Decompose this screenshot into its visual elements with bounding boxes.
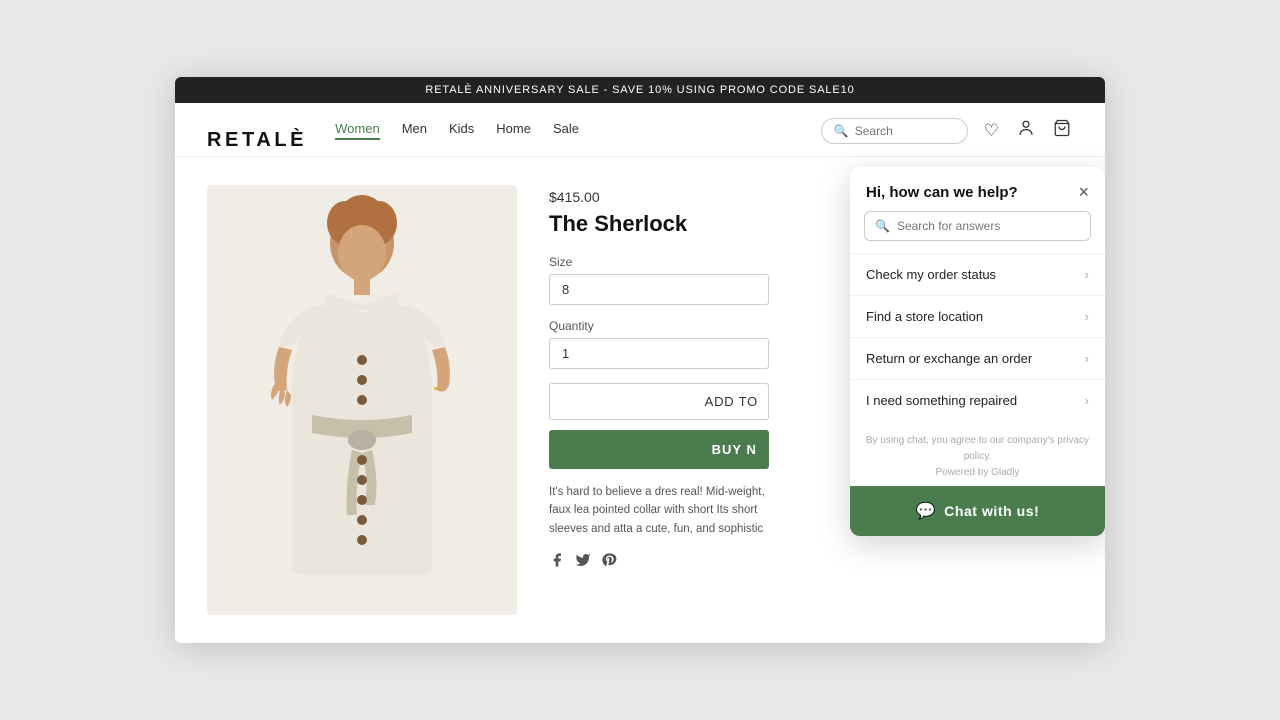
chevron-right-icon-2: › (1085, 351, 1089, 366)
header-left: RETALÈ Women Men Kids Home Sale (207, 121, 579, 152)
chat-header: Hi, how can we help? × (850, 167, 1105, 211)
cart-button[interactable] (1051, 117, 1073, 144)
pinterest-icon[interactable] (601, 552, 617, 572)
chat-title: Hi, how can we help? (866, 184, 1018, 201)
main-nav: Women Men Kids Home Sale (335, 121, 579, 152)
nav-item-home[interactable]: Home (496, 121, 531, 140)
twitter-icon[interactable] (575, 552, 591, 572)
chat-option-repair-label: I need something repaired (866, 393, 1017, 408)
browser-window: RETALÈ ANNIVERSARY SALE - SAVE 10% USING… (175, 77, 1105, 643)
add-to-cart-button[interactable]: ADD TO (549, 383, 769, 420)
account-button[interactable] (1015, 117, 1037, 144)
search-input[interactable] (855, 124, 955, 138)
product-details: $415.00 The Sherlock Size 8 Quantity 1 A… (549, 185, 769, 615)
logo[interactable]: RETALÈ (207, 129, 307, 152)
search-icon: 🔍 (834, 124, 849, 138)
chat-option-return[interactable]: Return or exchange an order › (850, 337, 1105, 379)
chat-cta-label: Chat with us! (944, 503, 1039, 519)
nav-item-sale[interactable]: Sale (553, 121, 579, 140)
chat-option-store-location[interactable]: Find a store location › (850, 295, 1105, 337)
product-image (207, 185, 517, 615)
quantity-value[interactable]: 1 (549, 338, 769, 369)
size-value[interactable]: 8 (549, 274, 769, 305)
chat-option-order-status[interactable]: Check my order status › (850, 253, 1105, 295)
nav-item-men[interactable]: Men (402, 121, 427, 140)
facebook-icon[interactable] (549, 552, 565, 572)
nav-item-women[interactable]: Women (335, 121, 380, 140)
chat-search-input[interactable] (897, 219, 1080, 233)
announcement-text: RETALÈ ANNIVERSARY SALE - SAVE 10% USING… (425, 84, 854, 96)
buy-now-button[interactable]: BUY N (549, 430, 769, 469)
social-icons (549, 552, 769, 572)
search-box[interactable]: 🔍 (821, 118, 968, 144)
chat-widget: Hi, how can we help? × 🔍 Check my order … (850, 167, 1105, 536)
nav-item-kids[interactable]: Kids (449, 121, 474, 140)
size-label: Size (549, 255, 769, 269)
chat-option-repair[interactable]: I need something repaired › (850, 379, 1105, 421)
quantity-label: Quantity (549, 319, 769, 333)
chevron-right-icon-3: › (1085, 393, 1089, 408)
product-title: The Sherlock (549, 211, 769, 237)
chevron-right-icon-1: › (1085, 309, 1089, 324)
chat-option-store-location-label: Find a store location (866, 309, 983, 324)
chat-privacy-text: By using chat, you agree to our company'… (850, 421, 1105, 467)
chat-powered-text: Powered by Gladly (850, 467, 1105, 486)
chat-search-box[interactable]: 🔍 (864, 211, 1091, 241)
chat-search-icon: 🔍 (875, 219, 890, 233)
chat-option-return-label: Return or exchange an order (866, 351, 1032, 366)
product-description: It's hard to believe a dres real! Mid-we… (549, 483, 769, 538)
chat-option-order-status-label: Check my order status (866, 267, 996, 282)
header: RETALÈ Women Men Kids Home Sale 🔍 ♡ (175, 103, 1105, 157)
header-right: 🔍 ♡ (821, 117, 1073, 156)
chevron-right-icon-0: › (1085, 267, 1089, 282)
main-content: $415.00 The Sherlock Size 8 Quantity 1 A… (175, 157, 1105, 643)
chat-close-button[interactable]: × (1078, 183, 1089, 201)
chat-bubble-icon: 💬 (916, 501, 936, 521)
announcement-bar: RETALÈ ANNIVERSARY SALE - SAVE 10% USING… (175, 77, 1105, 103)
wishlist-button[interactable]: ♡ (982, 119, 1001, 143)
product-price: $415.00 (549, 189, 769, 205)
chat-cta-button[interactable]: 💬 Chat with us! (850, 486, 1105, 536)
